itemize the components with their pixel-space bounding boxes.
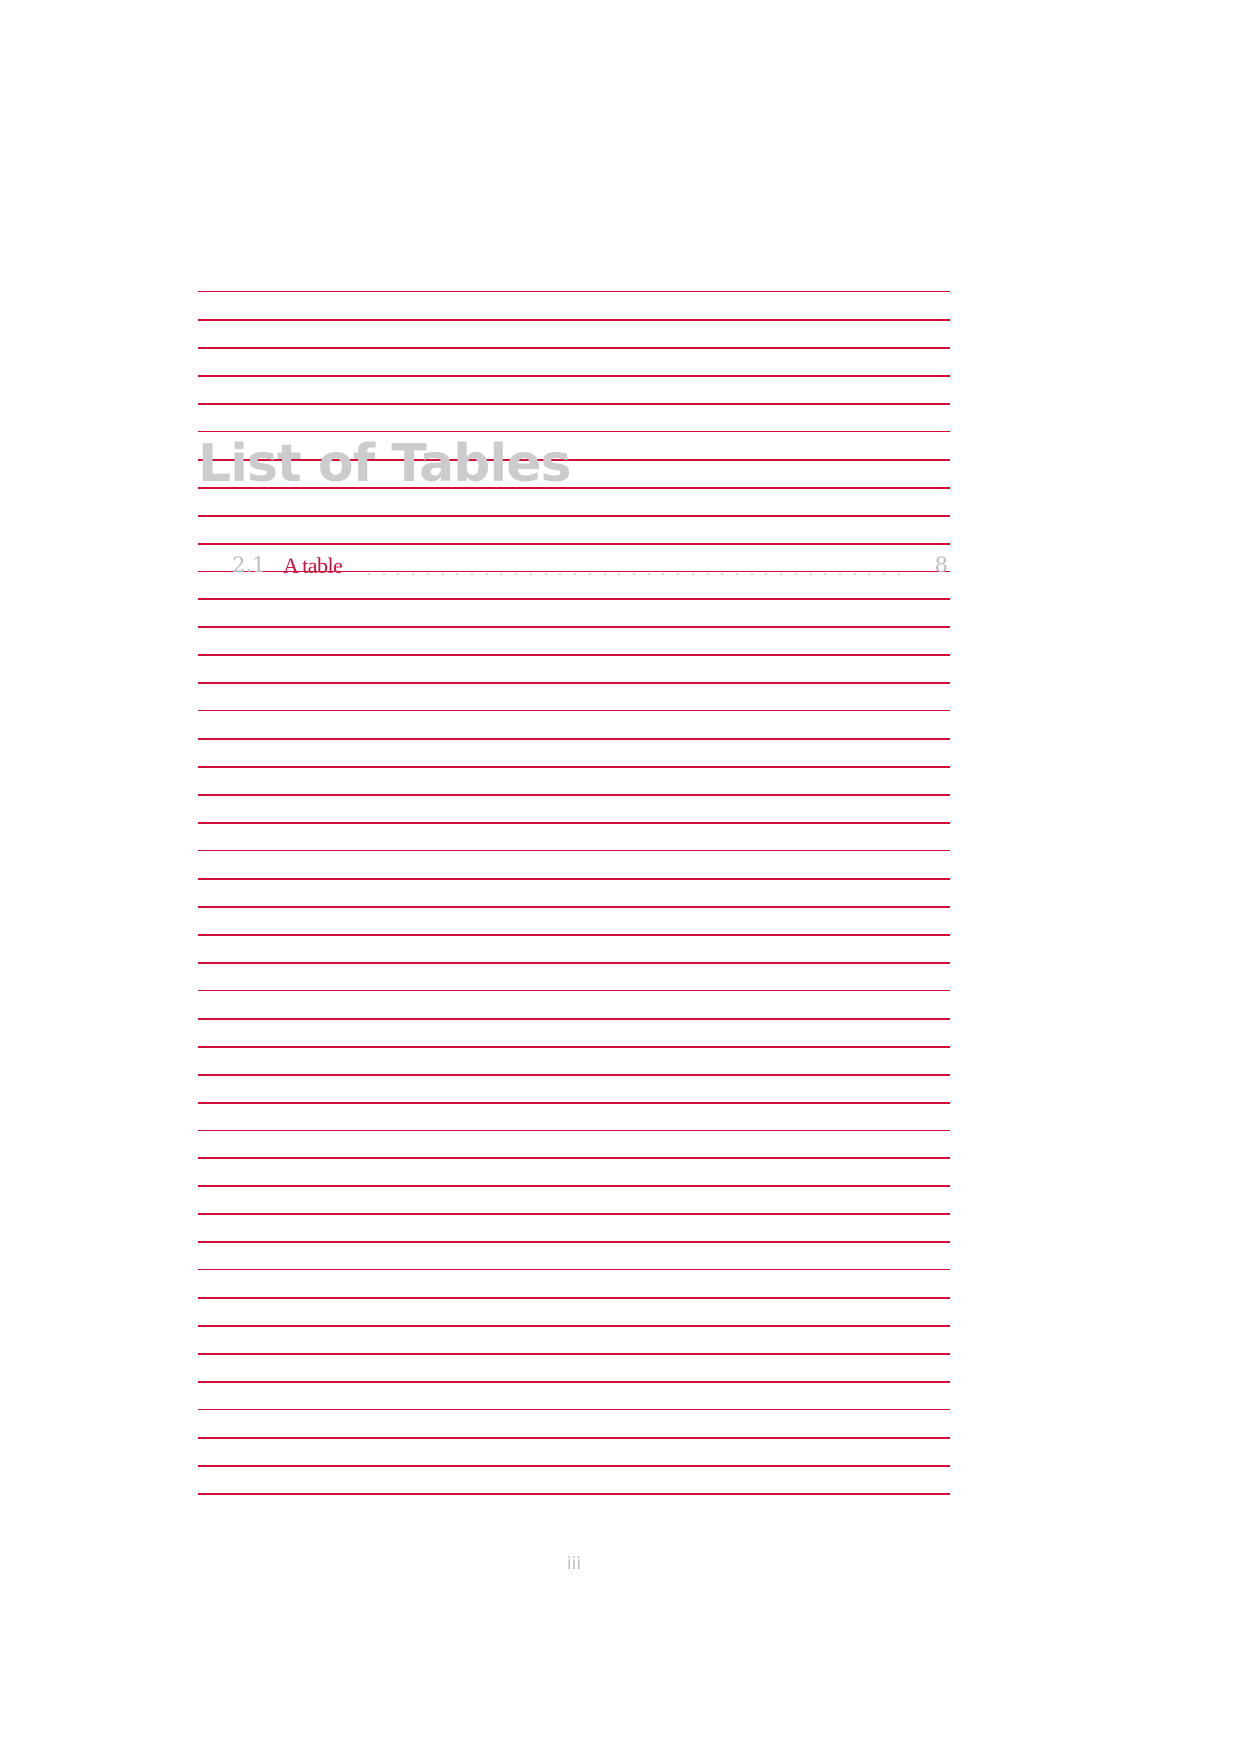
leader-dot (794, 573, 797, 575)
leader-dot (824, 573, 827, 575)
rule-line (198, 1297, 950, 1299)
rule-line (198, 375, 950, 377)
rule-line (198, 710, 950, 711)
rule-line (198, 1493, 950, 1495)
rule-line (198, 738, 950, 740)
leader-dot (765, 573, 768, 575)
leader-dot (780, 573, 783, 575)
entry-title-link[interactable]: A table (283, 555, 343, 577)
document-page: List of Tables 2.1 A table 8 iii (0, 0, 1240, 1754)
rule-line (198, 794, 950, 796)
page-number-footer: iii (566, 1554, 582, 1574)
list-of-tables-entry[interactable]: 2.1 A table 8 (198, 553, 950, 583)
leader-dot (559, 573, 562, 575)
rule-line (198, 878, 950, 880)
rule-line (198, 1046, 950, 1048)
leader-dot (647, 573, 650, 575)
leader-dot (515, 573, 518, 575)
rule-line (198, 1185, 950, 1187)
leader-dot (529, 573, 532, 575)
rule-line (198, 291, 950, 292)
rule-line (198, 1465, 950, 1467)
leader-dot (662, 573, 665, 575)
leader-dot (883, 573, 886, 575)
leader-dot (441, 573, 444, 575)
rule-line (198, 1269, 950, 1270)
rule-line (198, 598, 950, 600)
leader-dot (456, 573, 459, 575)
leader-dot (412, 573, 415, 575)
rule-line (198, 850, 950, 851)
leader-dot (485, 573, 488, 575)
rule-line (198, 1353, 950, 1355)
rule-line (198, 1018, 950, 1020)
rule-line (198, 1213, 950, 1215)
rule-line (198, 543, 950, 545)
leader-dot (500, 573, 503, 575)
rule-line (198, 654, 950, 656)
leader-dot (691, 573, 694, 575)
rule-line (198, 515, 950, 517)
leader-dot (588, 573, 591, 575)
rule-line (198, 319, 950, 321)
page-heading: List of Tables (198, 434, 571, 494)
rule-line (198, 1157, 950, 1159)
leader-dot (574, 573, 577, 575)
rule-line (198, 766, 950, 768)
leader-dot (897, 573, 900, 575)
entry-page-number[interactable]: 8 (935, 555, 948, 576)
leader-dot (677, 573, 680, 575)
leader-dot (544, 573, 547, 575)
leader-dot (471, 573, 474, 575)
leader-dot (735, 573, 738, 575)
rule-line (198, 347, 950, 349)
leader-dot (750, 573, 753, 575)
leader-dot (868, 573, 871, 575)
leader-dot (839, 573, 841, 575)
rule-line (198, 934, 950, 936)
leader-dot (706, 573, 709, 575)
rule-line (198, 1102, 950, 1104)
rule-line (198, 682, 950, 684)
leader-dot (426, 573, 429, 575)
leader-dot (618, 573, 621, 575)
rule-line (198, 1130, 950, 1131)
rule-line (198, 626, 950, 628)
leader-dot (603, 573, 606, 575)
rule-line (198, 403, 950, 405)
dot-leader (368, 553, 900, 575)
rule-line (198, 1074, 950, 1076)
entry-number: 2.1 (232, 553, 266, 577)
leader-dot (368, 573, 370, 575)
leader-dot (853, 573, 856, 575)
rule-line (198, 1241, 950, 1243)
leader-dot (382, 573, 385, 575)
rule-line (198, 1409, 950, 1410)
leader-dot (397, 573, 400, 575)
rule-line (198, 1325, 950, 1327)
rule-line (198, 990, 950, 991)
leader-dot (809, 573, 812, 575)
rule-line (198, 431, 950, 432)
leader-dot (721, 573, 724, 575)
rule-line (198, 822, 950, 824)
rule-line (198, 906, 950, 908)
leader-dot (632, 573, 635, 575)
rule-line (198, 962, 950, 964)
rule-line (198, 1437, 950, 1439)
rule-line (198, 1381, 950, 1383)
